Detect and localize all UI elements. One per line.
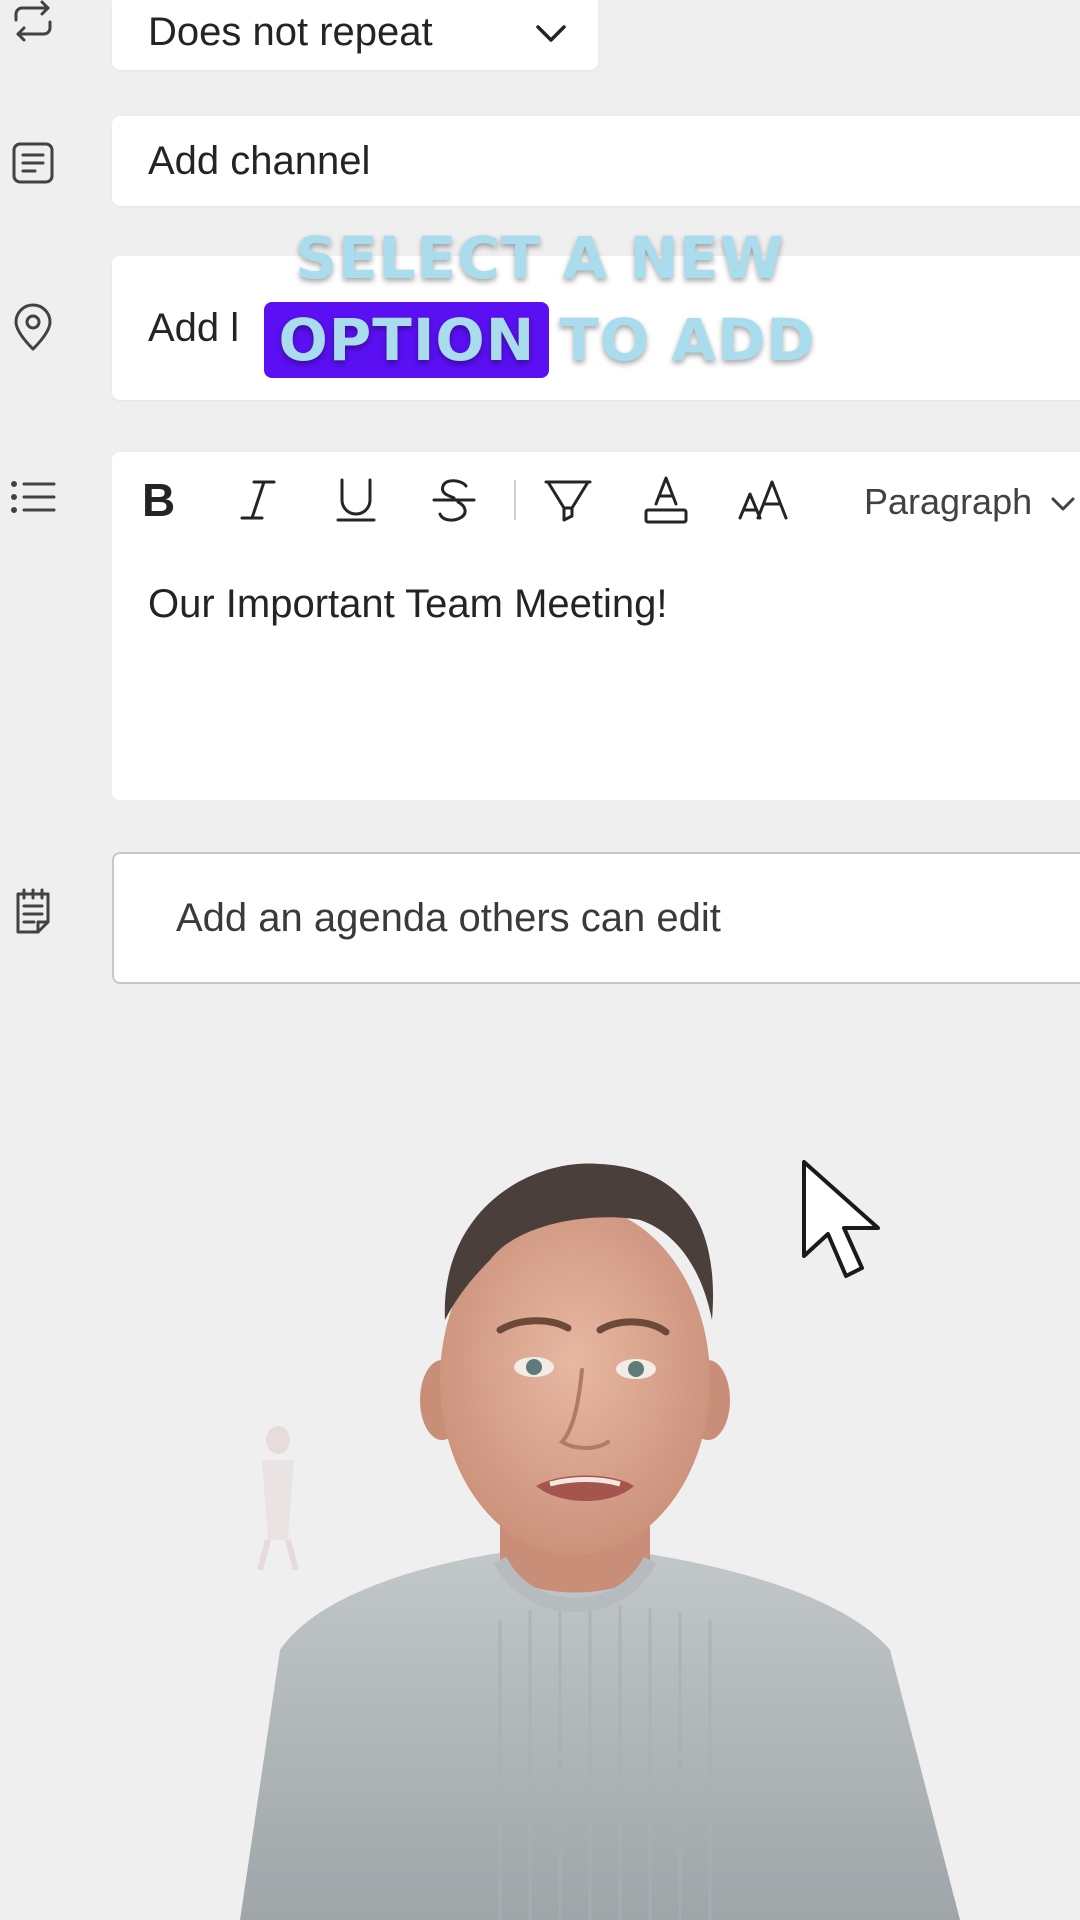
- formatting-toolbar: B Paragraph: [112, 452, 1080, 548]
- repeat-dropdown[interactable]: Does not repeat: [112, 0, 598, 70]
- meeting-details-text[interactable]: Our Important Team Meeting!: [148, 582, 668, 627]
- caption-highlight-word: OPTION: [264, 302, 550, 378]
- agenda-field[interactable]: Add an agenda others can edit: [112, 852, 1080, 984]
- font-size-icon[interactable]: [734, 470, 794, 530]
- paragraph-style-label: Paragraph: [864, 481, 1033, 522]
- repeat-value: Does not repeat: [148, 9, 433, 54]
- paragraph-style-dropdown[interactable]: Paragraph: [864, 472, 1076, 532]
- channel-icon: [8, 138, 58, 188]
- notes-icon: [8, 886, 58, 936]
- highlight-icon[interactable]: [538, 470, 598, 530]
- toolbar-separator: [514, 480, 516, 520]
- agenda-placeholder: Add an agenda others can edit: [176, 895, 721, 940]
- presenter-video: [240, 1163, 960, 1920]
- repeat-icon: [8, 0, 58, 46]
- chevron-down-icon: [534, 10, 568, 55]
- mouse-cursor-icon: [802, 1160, 880, 1278]
- add-channel-field[interactable]: Add channel: [112, 116, 1080, 206]
- caption-line-1: SELECT A NEW: [295, 224, 785, 292]
- svg-text:B: B: [142, 474, 175, 526]
- italic-icon[interactable]: [228, 470, 288, 530]
- caption-line-2: OPTION TO ADD: [0, 302, 1080, 378]
- caption-rest: TO ADD: [559, 306, 816, 374]
- strikethrough-icon[interactable]: [424, 470, 484, 530]
- underline-icon[interactable]: [326, 470, 386, 530]
- bulleted-list-icon: [8, 472, 58, 522]
- teams-meeting-form-video-frame: Does not repeat Add channel Add l B Para…: [0, 0, 1080, 1920]
- bold-icon[interactable]: B: [130, 470, 190, 530]
- chevron-down-icon: [1050, 481, 1076, 523]
- add-channel-placeholder: Add channel: [148, 138, 371, 183]
- meeting-details-editor[interactable]: B Paragraph Our Important Team Meeting!: [112, 452, 1080, 800]
- font-color-icon[interactable]: [636, 470, 696, 530]
